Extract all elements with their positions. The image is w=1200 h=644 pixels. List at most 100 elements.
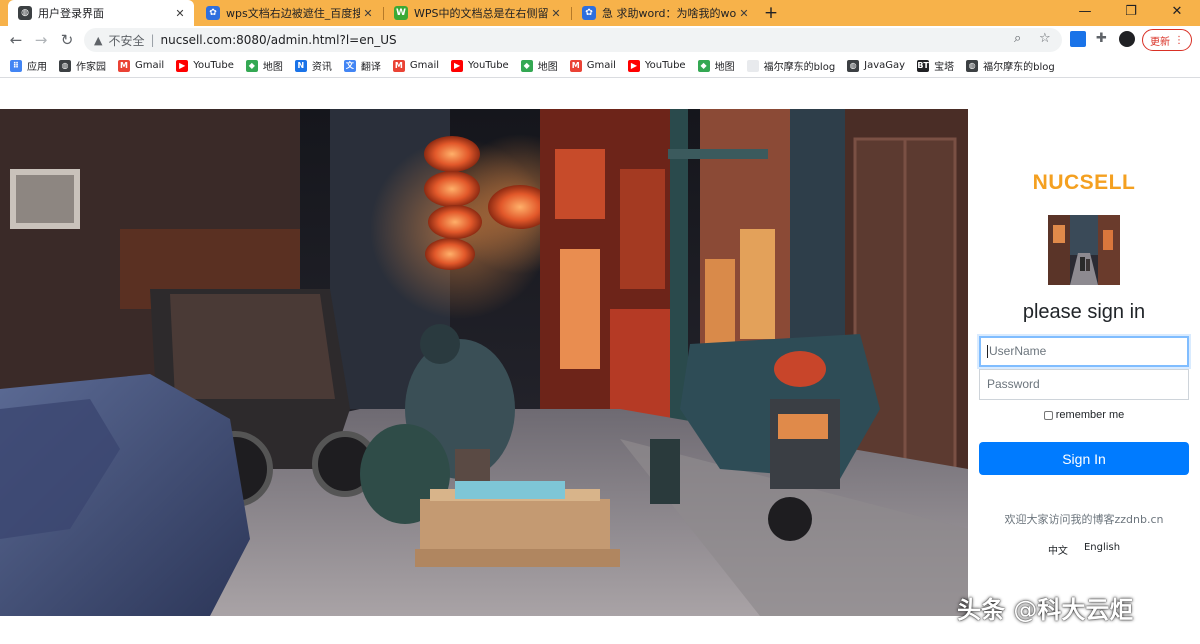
baidu-paw-icon: ✿ bbox=[206, 6, 220, 20]
bookmark-label: 地图 bbox=[714, 62, 735, 73]
signin-heading: please sign in bbox=[1022, 301, 1146, 323]
address-bar[interactable]: ▲ 不安全 | nucsell.com:8080/admin.html?l=en… bbox=[84, 28, 1062, 52]
bookmark-item[interactable]: ▶ YouTube bbox=[627, 59, 686, 72]
close-tab-icon[interactable]: ✕ bbox=[172, 7, 188, 20]
username-placeholder: UserName bbox=[989, 344, 1047, 358]
zoom-icon[interactable]: ⌕ bbox=[1014, 31, 1021, 46]
tab-login-page[interactable]: ◍ 用户登录界面 ✕ bbox=[8, 0, 194, 26]
bookmark-label: 资讯 bbox=[311, 62, 332, 73]
text-caret bbox=[987, 345, 988, 359]
more-menu-icon: ⋮ bbox=[1174, 34, 1184, 46]
remember-me-label[interactable]: remember me bbox=[1056, 409, 1124, 421]
tab-strip: ◍ 用户登录界面 ✕ ✿ wps文档右边被遮住_百度搜索 ✕ W WPS中的文档… bbox=[0, 0, 1200, 26]
bookmark-label: 宝塔 bbox=[934, 62, 955, 73]
bookmark-label: YouTube bbox=[468, 60, 509, 71]
bookmark-item[interactable]: ▶ YouTube bbox=[451, 59, 509, 72]
browser-toolbar: ← → ↻ ▲ 不安全 | nucsell.com:8080/admin.htm… bbox=[0, 26, 1200, 54]
night-street-illustration bbox=[0, 109, 968, 616]
toutiao-watermark: 头条 @科大云炬 bbox=[957, 590, 1133, 625]
sign-in-button[interactable]: Sign In bbox=[979, 442, 1189, 475]
update-button[interactable]: 更新 ⋮ bbox=[1142, 29, 1192, 51]
bookmark-label: 作家园 bbox=[76, 62, 106, 73]
bookmark-item[interactable]: N 资讯 bbox=[294, 58, 332, 73]
bookmark-item[interactable]: ◆ 地图 bbox=[520, 58, 558, 73]
bookmark-item[interactable]: M Gmail bbox=[569, 59, 616, 72]
bookmark-item[interactable]: ◆ 地图 bbox=[245, 58, 283, 73]
bookmark-item[interactable]: ◍ 作家园 bbox=[59, 58, 106, 73]
tab-baidu-search[interactable]: ✿ wps文档右边被遮住_百度搜索 ✕ bbox=[196, 0, 382, 26]
bookmarks-bar: ⠿ 应用 ◍ 作家园 M Gmail ▶ YouTube ◆ 地图 N 资讯文翻译 M Gmail ▶ You… bbox=[0, 54, 1200, 78]
remember-me-checkbox[interactable] bbox=[1043, 410, 1053, 420]
tab-title: WPS中的文档总是在右侧留下空白 bbox=[414, 7, 548, 20]
maps-icon: ◆ bbox=[245, 59, 258, 72]
bookmark-label: YouTube bbox=[193, 60, 234, 71]
close-icon[interactable]: ✕ bbox=[1154, 0, 1200, 26]
remember-me-row: remember me bbox=[968, 409, 1200, 421]
bookmark-label: 应用 bbox=[27, 62, 47, 73]
bookmark-item[interactable]: M Gmail bbox=[392, 59, 440, 72]
tab-word-help[interactable]: ✿ 急 求助word：为啥我的word打 ✕ bbox=[572, 0, 758, 26]
maximize-icon[interactable]: ❐ bbox=[1108, 0, 1154, 26]
lang-chinese-link[interactable]: 中文 bbox=[1048, 542, 1068, 557]
apps-grid-icon: ⠿ bbox=[10, 59, 22, 72]
bookmark-item[interactable]: BT 宝塔 bbox=[917, 58, 954, 73]
tab-title: 急 求助word：为啥我的word打 bbox=[602, 7, 736, 20]
bookmark-item[interactable]: ⠿ 应用 bbox=[10, 58, 47, 73]
maps-icon: ◆ bbox=[520, 59, 533, 72]
youtube-icon: ▶ bbox=[627, 59, 640, 72]
bookmark-label: 福尔摩东的blog bbox=[763, 62, 836, 73]
blank-page-icon bbox=[746, 59, 759, 72]
reload-icon[interactable]: ↻ bbox=[57, 30, 77, 50]
puzzle-icon[interactable]: ✚ bbox=[1096, 31, 1107, 46]
profile-icon[interactable] bbox=[1119, 31, 1135, 47]
bookmark-item[interactable]: ◍ 福尔摩东的blog bbox=[966, 58, 1055, 73]
gmail-icon: M bbox=[569, 59, 582, 72]
bookmark-star-icon[interactable]: ☆ bbox=[1039, 31, 1051, 46]
lang-english-link[interactable]: English bbox=[1084, 542, 1120, 557]
tab-wps-doc[interactable]: W WPS中的文档总是在右侧留下空白 ✕ bbox=[384, 0, 570, 26]
bookmark-label: 地图 bbox=[262, 62, 283, 73]
globe-icon: ◍ bbox=[18, 6, 32, 20]
close-tab-icon[interactable]: ✕ bbox=[736, 7, 752, 20]
blog-note: 欢迎大家访问我的博客zzdnb.cn bbox=[1004, 513, 1164, 526]
avatar bbox=[1048, 215, 1120, 285]
maps-icon: ◆ bbox=[697, 59, 710, 72]
bookmark-item[interactable]: ▶ YouTube bbox=[176, 59, 234, 72]
bookmark-label: Gmail bbox=[586, 60, 616, 71]
password-placeholder: Password bbox=[987, 377, 1040, 391]
close-tab-icon[interactable]: ✕ bbox=[360, 7, 376, 20]
insecure-label[interactable]: 不安全 bbox=[108, 32, 144, 49]
url-text[interactable]: nucsell.com:8080/admin.html?l=en_US bbox=[161, 33, 397, 47]
bookmark-item[interactable]: 福尔摩东的blog bbox=[746, 58, 836, 73]
bt-icon: BT bbox=[917, 59, 930, 72]
news-icon: N bbox=[294, 59, 307, 72]
globe-icon: ◍ bbox=[59, 59, 71, 72]
globe-icon: ◍ bbox=[847, 59, 860, 72]
warning-icon[interactable]: ▲ bbox=[94, 34, 102, 47]
back-icon[interactable]: ← bbox=[6, 30, 26, 50]
update-label: 更新 bbox=[1150, 36, 1170, 48]
brand-title: NUCSELL bbox=[1032, 171, 1136, 194]
avatar-alley-image bbox=[1048, 215, 1120, 285]
bookmark-item[interactable]: ◆ 地图 bbox=[697, 58, 735, 73]
tab-title: wps文档右边被遮住_百度搜索 bbox=[226, 7, 360, 20]
bookmark-label: 福尔摩东的blog bbox=[983, 62, 1055, 73]
minimize-icon[interactable]: — bbox=[1062, 0, 1108, 26]
password-input[interactable]: Password bbox=[979, 369, 1189, 400]
bookmark-label: 地图 bbox=[537, 62, 558, 73]
forward-icon[interactable]: → bbox=[31, 30, 51, 50]
bookmark-label: Gmail bbox=[409, 60, 440, 71]
bookmark-item[interactable]: ◍ JavaGay bbox=[847, 59, 906, 72]
bookmark-item[interactable]: 文翻译 bbox=[343, 58, 381, 73]
new-tab-button[interactable]: + bbox=[760, 2, 782, 24]
bookmark-item[interactable]: M Gmail bbox=[118, 59, 164, 72]
language-switcher: 中文 English bbox=[968, 542, 1200, 557]
tab-title: 用户登录界面 bbox=[38, 7, 104, 20]
username-input[interactable]: UserName bbox=[979, 336, 1189, 367]
close-tab-icon[interactable]: ✕ bbox=[548, 7, 564, 20]
bookmark-label: JavaGay bbox=[864, 60, 906, 71]
translate-icon: 文 bbox=[343, 59, 356, 72]
baidu-paw-icon: ✿ bbox=[582, 6, 596, 20]
extension-icon[interactable] bbox=[1070, 31, 1086, 47]
watermark-author: 科大云炬 bbox=[1037, 596, 1134, 624]
